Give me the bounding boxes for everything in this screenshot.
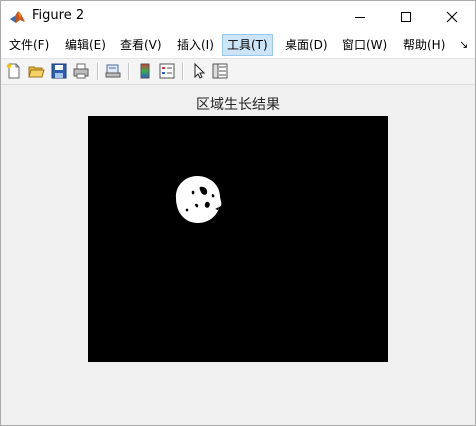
close-icon [446,11,458,22]
toolbar-separator [128,63,130,80]
close-button[interactable] [429,1,475,32]
menu-overflow-icon[interactable]: ↘ [459,38,468,51]
print-preview-icon[interactable] [104,62,122,80]
edit-plot-icon[interactable] [190,62,208,80]
menu-desktop[interactable]: 桌面(D) [281,35,332,55]
menu-file[interactable]: 文件(F) [5,35,53,55]
figure-window: Figure 2 文件(F) 编辑(E) 查看(V) 插入(I) 工具(T) 桌… [0,0,476,426]
figure-toolbar [1,59,475,85]
matlab-logo-icon [9,8,26,25]
menu-edit[interactable]: 编辑(E) [61,35,110,55]
property-inspector-icon[interactable] [211,62,229,80]
menu-insert[interactable]: 插入(I) [173,35,218,55]
menu-bar: 文件(F) 编辑(E) 查看(V) 插入(I) 工具(T) 桌面(D) 窗口(W… [1,32,475,59]
minimize-icon [355,16,365,18]
colorbar-icon[interactable] [136,62,154,80]
menu-view[interactable]: 查看(V) [116,35,166,55]
save-icon[interactable] [50,62,68,80]
title-bar[interactable]: Figure 2 [1,1,475,32]
maximize-icon [401,11,411,22]
region-growing-image [88,116,388,362]
legend-icon[interactable] [158,62,176,80]
toolbar-separator [182,63,184,80]
print-icon[interactable] [72,62,90,80]
open-file-icon[interactable] [27,62,45,80]
new-figure-icon[interactable] [5,62,23,80]
minimize-button[interactable] [337,1,383,32]
image-background [88,116,388,362]
menu-help[interactable]: 帮助(H) [399,35,449,55]
menu-tools[interactable]: 工具(T) [222,34,273,56]
figure-title: 区域生长结果 [196,97,280,113]
menu-window[interactable]: 窗口(W) [338,35,391,55]
toolbar-separator [97,63,99,80]
window-title: Figure 2 [32,8,85,23]
maximize-button[interactable] [383,1,429,32]
